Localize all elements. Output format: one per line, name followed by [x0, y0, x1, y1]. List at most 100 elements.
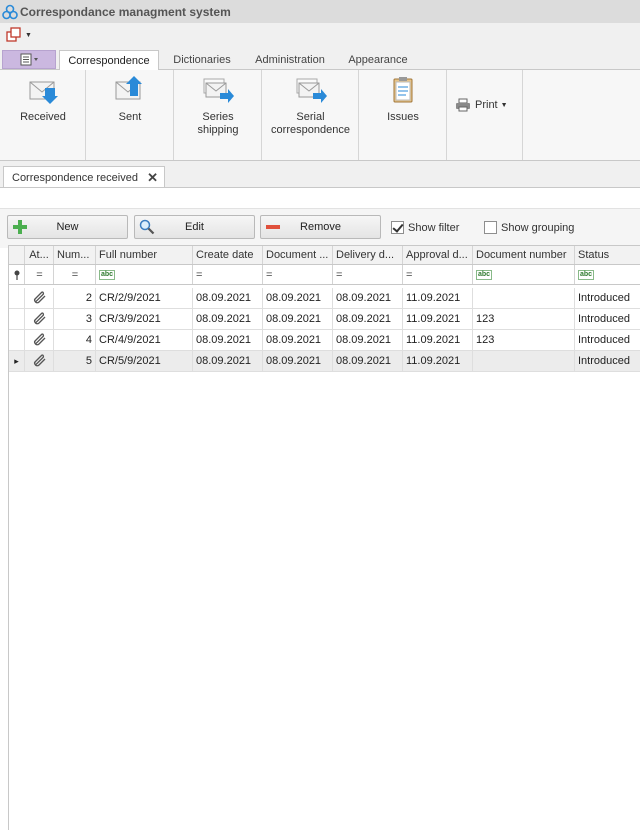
filter-abc-icon: abc [578, 269, 595, 280]
envelope-down-icon [29, 81, 58, 104]
document-date-cell[interactable]: 08.09.2021 [263, 351, 333, 371]
approval-date-cell[interactable]: 11.09.2021 [403, 330, 473, 350]
ribbon-panel: Received Sent Series shipping Serial cor… [0, 70, 640, 161]
number-cell[interactable]: 5 [54, 351, 96, 371]
table-row[interactable]: ▸ 5 CR/5/9/2021 08.09.2021 08.09.2021 08.09.2… [9, 351, 640, 372]
full-number-cell[interactable]: CR/4/9/2021 [96, 330, 193, 350]
document-tab-correspondence-received[interactable]: Correspondence received ✕ [3, 166, 165, 188]
printer-icon [456, 98, 470, 112]
close-icon[interactable]: ✕ [147, 170, 158, 186]
number-cell[interactable]: 4 [54, 330, 96, 350]
column-header-attachment[interactable]: At... [25, 246, 54, 264]
tab-dictionaries[interactable]: Dictionaries [163, 50, 241, 70]
document-number-cell[interactable] [473, 288, 575, 308]
create-date-cell[interactable]: 08.09.2021 [193, 351, 263, 371]
approval-date-cell[interactable]: 11.09.2021 [403, 351, 473, 371]
column-header-status[interactable]: Status [575, 246, 640, 264]
series-shipping-label: Series shipping [197, 111, 239, 136]
column-header-document-date[interactable]: Document ... [263, 246, 333, 264]
create-date-cell[interactable]: 08.09.2021 [193, 330, 263, 350]
filter-equals-icon: = [266, 268, 273, 281]
tab-correspondence[interactable]: Correspondence [59, 50, 159, 71]
ribbon-group-sent: Sent [86, 70, 174, 160]
print-button[interactable]: Print ▼ [455, 98, 508, 112]
filter-cell-document-date[interactable]: = [263, 265, 333, 284]
filter-cell-status[interactable]: abc [575, 265, 640, 284]
app-logo-icon [2, 4, 18, 19]
series-shipping-button[interactable]: Series shipping [174, 74, 262, 137]
attachment-cell[interactable] [25, 288, 54, 308]
column-header-full-number[interactable]: Full number [96, 246, 193, 264]
envelopes-forward-icon [296, 78, 327, 103]
new-button[interactable]: New [7, 215, 128, 239]
table-row[interactable]: 4 CR/4/9/2021 08.09.2021 08.09.2021 08.09.20… [9, 330, 640, 351]
filter-cell-create-date[interactable]: = [193, 265, 263, 284]
attachment-cell[interactable] [25, 330, 54, 350]
approval-date-cell[interactable]: 11.09.2021 [403, 288, 473, 308]
full-number-cell[interactable]: CR/2/9/2021 [96, 288, 193, 308]
create-date-cell[interactable]: 08.09.2021 [193, 288, 263, 308]
received-button[interactable]: Received [0, 74, 86, 124]
edit-button[interactable]: Edit [134, 215, 255, 239]
tab-appearance[interactable]: Appearance [340, 50, 416, 70]
column-header-delivery-date[interactable]: Delivery d... [333, 246, 403, 264]
table-row[interactable]: 2 CR/2/9/2021 08.09.2021 08.09.2021 08.09.20… [9, 288, 640, 309]
document-number-cell[interactable]: 123 [473, 330, 575, 350]
full-number-cell[interactable]: CR/5/9/2021 [96, 351, 193, 371]
column-header-approval-date[interactable]: Approval d... [403, 246, 473, 264]
ribbon-group-print [447, 70, 523, 160]
filter-cell-document-number[interactable]: abc [473, 265, 575, 284]
issues-button[interactable]: Issues [359, 74, 447, 124]
sent-label: Sent [118, 111, 142, 123]
sent-button[interactable]: Sent [86, 74, 174, 124]
number-cell[interactable]: 3 [54, 309, 96, 329]
filter-cell-number[interactable]: = [54, 265, 96, 284]
filter-cell-attachment[interactable]: = [25, 265, 54, 284]
status-cell[interactable]: Introduced [575, 309, 640, 329]
filter-cell-full-number[interactable]: abc [96, 265, 193, 284]
table-row[interactable]: 3 CR/3/9/2021 08.09.2021 08.09.2021 08.09.20… [9, 309, 640, 330]
row-indicator [9, 309, 25, 329]
attachment-cell[interactable] [25, 309, 54, 329]
document-date-cell[interactable]: 08.09.2021 [263, 288, 333, 308]
status-cell[interactable]: Introduced [575, 330, 640, 350]
ribbon-group-received: Received [0, 70, 86, 160]
quick-access-dropdown-icon[interactable]: ▼ [25, 32, 32, 39]
full-number-cell[interactable]: CR/3/9/2021 [96, 309, 193, 329]
status-cell[interactable]: Introduced [575, 288, 640, 308]
column-header-create-date[interactable]: Create date [193, 246, 263, 264]
filter-cell-delivery-date[interactable]: = [333, 265, 403, 284]
envelope-up-icon [115, 76, 142, 100]
grid-filter-row: = = abc = = = = abc abc [9, 265, 640, 285]
document-number-cell[interactable] [473, 351, 575, 371]
number-cell[interactable]: 2 [54, 288, 96, 308]
status-cell[interactable]: Introduced [575, 351, 640, 371]
document-number-cell[interactable]: 123 [473, 309, 575, 329]
document-date-cell[interactable]: 08.09.2021 [263, 309, 333, 329]
delivery-date-cell[interactable]: 08.09.2021 [333, 351, 403, 371]
column-header-document-number[interactable]: Document number [473, 246, 575, 264]
document-date-cell[interactable]: 08.09.2021 [263, 330, 333, 350]
column-header-number[interactable]: Num... [54, 246, 96, 264]
paperclip-icon [31, 331, 47, 350]
serial-correspondence-button[interactable]: Serial correspondence [262, 74, 359, 137]
remove-button[interactable]: Remove [260, 215, 381, 239]
title-bar: Correspondance managment system [0, 0, 640, 23]
grid-toolbar: New Edit Remove Show filter Show groupin… [0, 208, 640, 248]
delivery-date-cell[interactable]: 08.09.2021 [333, 309, 403, 329]
windows-icon[interactable] [6, 27, 22, 43]
delivery-date-cell[interactable]: 08.09.2021 [333, 330, 403, 350]
show-filter-checkbox[interactable]: Show filter [391, 221, 459, 234]
filter-equals-icon: = [196, 268, 203, 281]
show-filter-label: Show filter [408, 221, 460, 234]
delivery-date-cell[interactable]: 08.09.2021 [333, 288, 403, 308]
clipboard-icon [393, 77, 413, 103]
new-label: New [56, 221, 79, 233]
filter-cell-approval-date[interactable]: = [403, 265, 473, 284]
app-menu-button[interactable] [2, 50, 56, 69]
attachment-cell[interactable] [25, 351, 54, 371]
show-grouping-checkbox[interactable]: Show grouping [484, 221, 574, 234]
approval-date-cell[interactable]: 11.09.2021 [403, 309, 473, 329]
tab-administration[interactable]: Administration [247, 50, 333, 70]
create-date-cell[interactable]: 08.09.2021 [193, 309, 263, 329]
